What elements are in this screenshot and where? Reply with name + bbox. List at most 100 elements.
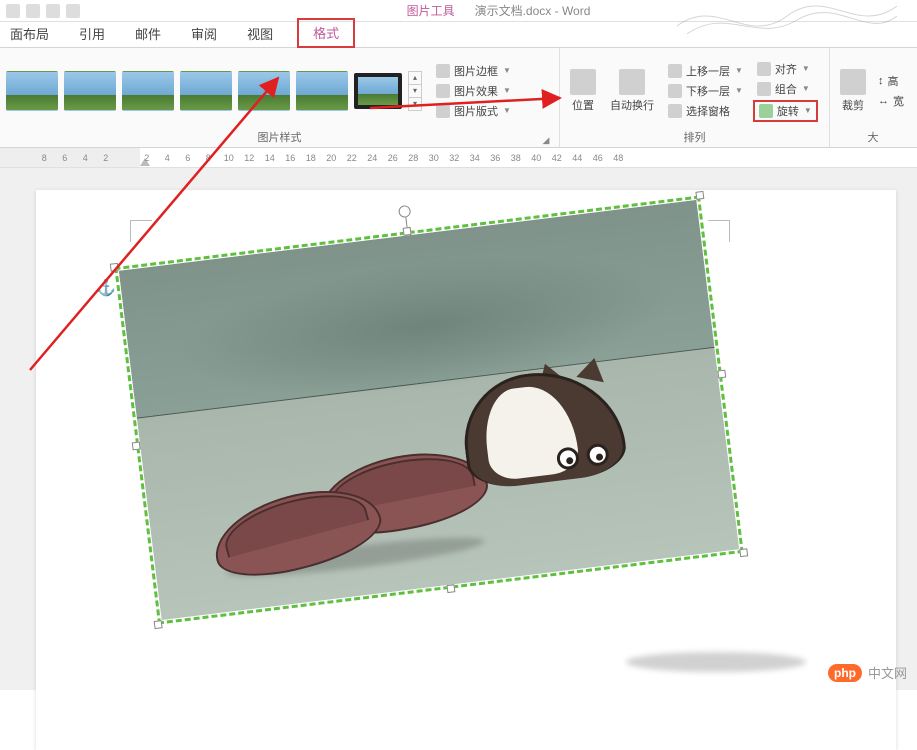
ruler-tick: 28: [403, 153, 424, 163]
watermark-badge: php: [828, 664, 862, 682]
gallery-more-button[interactable]: ▴▾▾: [408, 71, 422, 111]
ruler-tick: 6: [55, 153, 76, 163]
group-button[interactable]: 组合 ▼: [753, 80, 818, 98]
ruler-tick: 42: [547, 153, 568, 163]
label: 图片边框: [454, 63, 498, 79]
tab-view[interactable]: 视图: [241, 20, 279, 47]
picture-layout-button[interactable]: 图片版式▼: [432, 102, 515, 120]
label: 选择窗格: [686, 103, 730, 119]
ruler-tick: 8: [198, 153, 219, 163]
style-thumb[interactable]: [180, 71, 232, 111]
label: 组合: [775, 81, 797, 97]
resize-handle[interactable]: [446, 584, 455, 593]
ruler-tick: 14: [260, 153, 281, 163]
qat-icon[interactable]: [46, 4, 60, 18]
picture-style-gallery[interactable]: ▴▾▾: [6, 71, 422, 111]
quick-access-toolbar: [0, 4, 80, 18]
rotation-handle[interactable]: [398, 205, 411, 218]
tab-review[interactable]: 审阅: [185, 20, 223, 47]
group-icon: [757, 82, 771, 96]
chevron-down-icon: ▼: [503, 86, 511, 95]
shadow: [626, 652, 806, 672]
ruler-tick: 6: [178, 153, 199, 163]
wrap-text-button[interactable]: 自动换行: [606, 67, 658, 115]
width-field[interactable]: ↔宽: [874, 92, 908, 110]
chevron-down-icon: ▼: [735, 86, 743, 95]
picture-effects-button[interactable]: 图片效果 ▼: [432, 82, 515, 100]
label: 高: [888, 73, 899, 89]
rotate-button[interactable]: 旋转▼: [753, 100, 818, 122]
wrap-icon: [619, 69, 645, 95]
page[interactable]: ⚓: [36, 190, 896, 750]
title-bar: 图片工具 演示文档.docx - Word: [0, 0, 917, 22]
resize-handle[interactable]: [110, 263, 119, 272]
label: 下移一层: [686, 83, 730, 99]
ruler-tick: 4: [75, 153, 96, 163]
label: 位置: [572, 97, 594, 113]
border-icon: [436, 64, 450, 78]
qat-icon[interactable]: [26, 4, 40, 18]
dialog-launcher-icon[interactable]: ◢: [541, 135, 551, 145]
chevron-down-icon: ▼: [802, 64, 810, 73]
tab-format[interactable]: 格式: [297, 18, 355, 48]
selection-pane-icon: [668, 104, 682, 118]
resize-handle[interactable]: [154, 620, 163, 629]
resize-handle[interactable]: [403, 227, 412, 236]
chevron-down-icon: ▼: [503, 66, 511, 75]
ruler-tick: 8: [34, 153, 55, 163]
crop-mark-icon: [130, 220, 152, 242]
align-icon: [757, 62, 771, 76]
qat-icon[interactable]: [66, 4, 80, 18]
watermark-text: 中文网: [868, 663, 907, 682]
ruler-tick: 12: [239, 153, 260, 163]
resize-handle[interactable]: [717, 370, 726, 379]
ruler-tick: 40: [526, 153, 547, 163]
style-thumb[interactable]: [6, 71, 58, 111]
height-field[interactable]: ↕高: [874, 72, 908, 90]
ruler-tick: [116, 153, 137, 163]
style-thumb[interactable]: [354, 73, 402, 109]
label: 图片效果: [454, 83, 498, 99]
contextual-tab-label: 图片工具: [407, 2, 455, 19]
chevron-down-icon: ▼: [735, 66, 743, 75]
picture-border-button[interactable]: 图片边框 ▼: [432, 62, 515, 80]
ruler-tick: 46: [588, 153, 609, 163]
label: 旋转: [777, 103, 799, 119]
group-label: 大: [868, 132, 879, 144]
style-thumb[interactable]: [122, 71, 174, 111]
align-button[interactable]: 对齐▼: [753, 60, 818, 78]
anchor-icon[interactable]: ⚓: [96, 278, 116, 298]
document-area: ⚓: [0, 168, 917, 690]
watermark: php 中文网: [828, 663, 907, 682]
group-arrange: 位置 自动换行 上移一层▼ 下移一层▼ 选择窗格 对齐▼ 组合▼ 旋转▼ 排列: [560, 48, 830, 147]
resize-handle[interactable]: [695, 191, 704, 200]
document-title: 演示文档.docx - Word: [475, 2, 591, 19]
chevron-down-icon: ▼: [802, 84, 810, 93]
rotate-icon: [759, 104, 773, 118]
selection-pane-button[interactable]: 选择窗格: [664, 102, 747, 120]
selected-image[interactable]: [114, 195, 743, 624]
ruler-tick: 26: [383, 153, 404, 163]
crop-button[interactable]: 裁剪: [836, 67, 870, 115]
send-backward-icon: [668, 84, 682, 98]
tab-mailings[interactable]: 邮件: [129, 20, 167, 47]
resize-handle[interactable]: [739, 548, 748, 557]
style-thumb[interactable]: [238, 71, 290, 111]
group-label: 排列: [684, 132, 706, 144]
tab-references[interactable]: 引用: [73, 20, 111, 47]
position-button[interactable]: 位置: [566, 67, 600, 115]
ruler-tick: 30: [424, 153, 445, 163]
bring-forward-button[interactable]: 上移一层▼: [664, 62, 747, 80]
qat-icon[interactable]: [6, 4, 20, 18]
selection-border: [114, 195, 743, 624]
horizontal-ruler[interactable]: 8642246810121416182022242628303234363840…: [0, 148, 917, 168]
resize-handle[interactable]: [132, 441, 141, 450]
send-backward-button[interactable]: 下移一层 ▼: [664, 82, 747, 100]
position-icon: [570, 69, 596, 95]
tab-layout[interactable]: 面布局: [4, 20, 55, 47]
label: 自动换行: [610, 97, 654, 113]
style-thumb[interactable]: [64, 71, 116, 111]
style-thumb[interactable]: [296, 71, 348, 111]
ruler-tick: 24: [362, 153, 383, 163]
ruler-tick: 48: [608, 153, 629, 163]
